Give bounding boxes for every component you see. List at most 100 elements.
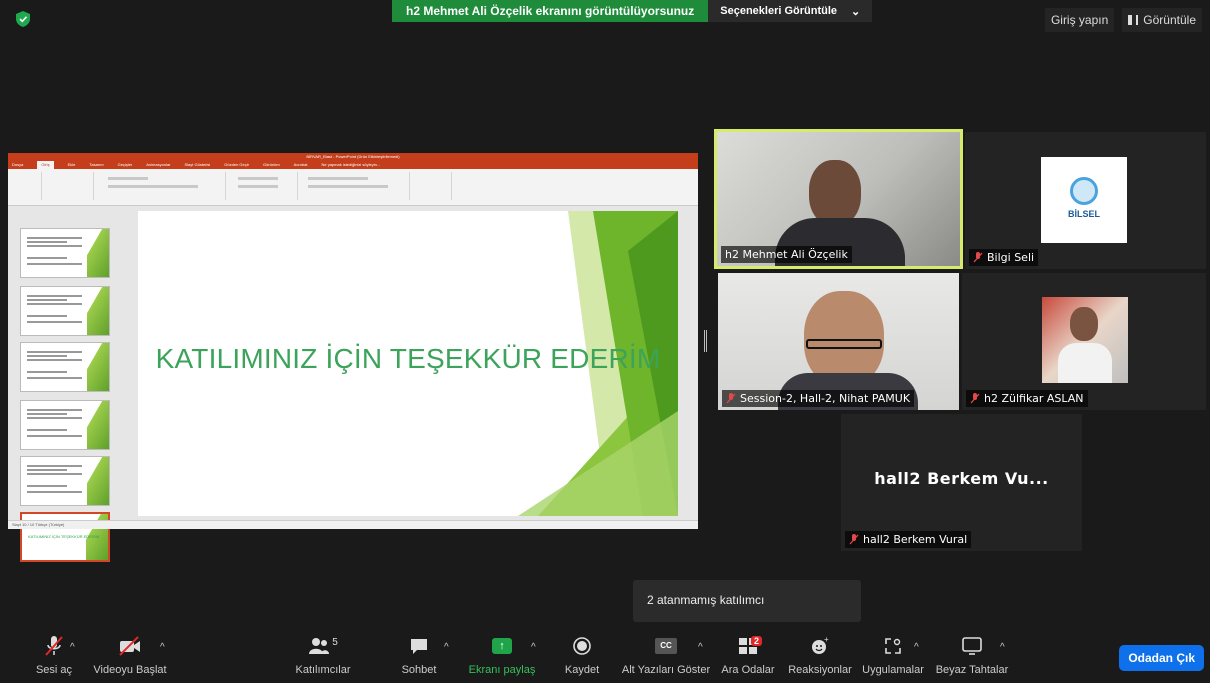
thumbnail-title: KATILIMINIZ İÇİN TEŞEKKÜR EDERİM bbox=[28, 534, 100, 539]
logo-text: BİLSEL bbox=[1067, 209, 1100, 219]
apps-icon bbox=[885, 638, 901, 654]
share-options-caret[interactable]: ^ bbox=[531, 642, 536, 653]
chat-button[interactable]: Sohbet bbox=[400, 632, 438, 683]
microphone-muted-icon bbox=[45, 636, 63, 656]
participant-video bbox=[809, 160, 861, 226]
captions-button[interactable]: CC Alt Yazıları Göster bbox=[622, 632, 710, 683]
video-tile-nihat[interactable]: Session-2, Hall-2, Nihat PAMUK bbox=[718, 273, 959, 410]
chat-icon bbox=[411, 639, 427, 654]
breakout-label: Ara Odalar bbox=[721, 664, 775, 676]
slide-thumbnail[interactable]: 9 bbox=[20, 456, 110, 506]
video-tile-mehmet[interactable]: h2 Mehmet Ali Özçelik bbox=[714, 129, 963, 269]
video-off-icon bbox=[119, 636, 140, 656]
start-video-button[interactable]: Videoyu Başlat bbox=[92, 632, 168, 683]
record-label: Kaydet bbox=[564, 664, 600, 676]
participant-name: h2 Zülfikar ASLAN bbox=[984, 392, 1084, 405]
shield-icon[interactable] bbox=[16, 11, 30, 27]
video-options-caret[interactable]: ^ bbox=[160, 642, 165, 653]
start-video-label: Videoyu Başlat bbox=[93, 664, 167, 676]
whiteboards-label: Beyaz Tahtalar bbox=[935, 664, 1009, 676]
screen-share-banner: h2 Mehmet Ali Özçelik ekranını görüntülü… bbox=[392, 0, 873, 22]
whiteboards-button[interactable]: Beyaz Tahtalar bbox=[934, 632, 1010, 683]
ppt-tab[interactable]: Ekle bbox=[68, 161, 76, 169]
slide-thumbnail[interactable]: 5 bbox=[20, 228, 110, 278]
chevron-down-icon: ⌄ bbox=[851, 5, 861, 18]
participant-display-name: hall2 Berkem Vu... bbox=[874, 469, 1049, 488]
record-button[interactable]: Kaydet bbox=[562, 632, 602, 683]
unmute-button[interactable]: Sesi aç bbox=[30, 632, 78, 683]
breakout-rooms-button[interactable]: 2 Ara Odalar bbox=[720, 632, 776, 683]
mic-muted-icon bbox=[849, 534, 859, 545]
breakout-tooltip: 2 atanmamış katılımcı bbox=[633, 580, 861, 622]
share-screen-button[interactable]: ↑ Ekranı paylaş bbox=[468, 632, 536, 683]
reactions-icon: + bbox=[812, 636, 829, 654]
audio-options-caret[interactable]: ^ bbox=[70, 642, 75, 653]
slide-thumbnails[interactable]: 5678910KATILIMINIZ İÇİN TEŞEKKÜR EDERİM bbox=[10, 206, 115, 562]
meeting-toolbar: Sesi aç ^ Videoyu Başlat ^ 5 Katılımcıla… bbox=[0, 632, 1210, 683]
view-button[interactable]: Görüntüle bbox=[1122, 8, 1202, 32]
participants-count: 5 bbox=[332, 636, 338, 648]
participants-label: Katılımcılar bbox=[295, 664, 351, 676]
ppt-tab[interactable]: Dosya bbox=[12, 161, 23, 169]
ppt-tab[interactable]: Ne yapmak istediğinizi söyleyin... bbox=[321, 161, 380, 169]
slide-thumbnail[interactable]: 8 bbox=[20, 400, 110, 450]
shared-screen[interactable]: BİRVAR_Blast - PowerPoint (Ürün Etkinleş… bbox=[8, 153, 698, 562]
apps-button[interactable]: Uygulamalar bbox=[860, 632, 926, 683]
slide-title: KATILIMINIZ İÇİN TEŞEKKÜR EDERİM bbox=[155, 343, 661, 374]
apps-options-caret[interactable]: ^ bbox=[914, 642, 919, 653]
video-tile-bilgi[interactable]: BİLSEL Bilgi Seli bbox=[965, 132, 1206, 269]
video-tile-berkem[interactable]: hall2 Berkem Vu... hall2 Berkem Vural bbox=[841, 414, 1082, 551]
slide-thumbnail[interactable]: 7 bbox=[20, 342, 110, 392]
mic-muted-icon bbox=[970, 393, 980, 404]
view-label: Görüntüle bbox=[1143, 13, 1196, 27]
record-icon bbox=[573, 637, 591, 655]
ppt-tab[interactable]: Gözden Geçir bbox=[224, 161, 249, 169]
participant-name: Session-2, Hall-2, Nihat PAMUK bbox=[740, 392, 911, 405]
reactions-label: Reaksiyonlar bbox=[788, 664, 852, 676]
ppt-tab[interactable]: Animasyonlar bbox=[146, 161, 170, 169]
share-screen-label: Ekranı paylaş bbox=[468, 664, 536, 676]
current-slide: KATILIMINIZ İÇİN TEŞEKKÜR EDERİM bbox=[138, 211, 678, 516]
ppt-status-bar: Slayt 10 / 10 Türkçe (Türkiye) bbox=[8, 520, 698, 529]
ppt-window-title: BİRVAR_Blast - PowerPoint (Ürün Etkinleş… bbox=[8, 153, 698, 161]
view-options-button[interactable]: Seçenekleri Görüntüle ⌄ bbox=[708, 0, 873, 22]
grid-view-icon bbox=[1128, 15, 1139, 25]
ppt-tab[interactable]: Geçişler bbox=[118, 161, 133, 169]
bilsel-logo: BİLSEL bbox=[1041, 157, 1127, 243]
participant-name: h2 Mehmet Ali Özçelik bbox=[725, 248, 848, 261]
ppt-ribbon bbox=[8, 169, 698, 206]
participant-name: hall2 Berkem Vural bbox=[863, 533, 968, 546]
sign-in-label: Giriş yapın bbox=[1050, 13, 1109, 27]
chat-label: Sohbet bbox=[401, 664, 437, 676]
slide-thumbnail[interactable]: 6 bbox=[20, 286, 110, 336]
sharing-notice: h2 Mehmet Ali Özçelik ekranını görüntülü… bbox=[392, 0, 709, 22]
ppt-tab[interactable]: Tasarım bbox=[89, 161, 103, 169]
video-tile-zulfikar[interactable]: h2 Zülfikar ASLAN bbox=[962, 273, 1206, 410]
sign-in-button[interactable]: Giriş yapın bbox=[1044, 8, 1115, 32]
mic-muted-icon bbox=[973, 252, 983, 263]
leave-room-button[interactable]: Odadan Çık bbox=[1119, 645, 1204, 671]
whiteboard-options-caret[interactable]: ^ bbox=[1000, 642, 1005, 653]
participants-button[interactable]: 5 Katılımcılar bbox=[294, 632, 352, 683]
participants-icon bbox=[309, 638, 330, 654]
captions-options-caret[interactable]: ^ bbox=[698, 642, 703, 653]
share-screen-icon: ↑ bbox=[492, 638, 512, 654]
apps-label: Uygulamalar bbox=[862, 664, 924, 676]
ppt-ribbon-tabs: Dosya Giriş Ekle Tasarım Geçişler Animasyonla… bbox=[8, 161, 698, 169]
layout-divider-handle[interactable] bbox=[704, 330, 707, 352]
breakout-badge: 2 bbox=[751, 636, 763, 646]
view-options-label: Seçenekleri Görüntüle bbox=[720, 5, 838, 17]
svg-text:+: + bbox=[824, 636, 829, 644]
whiteboard-icon bbox=[962, 637, 982, 655]
chat-options-caret[interactable]: ^ bbox=[444, 642, 449, 653]
unmute-label: Sesi aç bbox=[35, 664, 73, 676]
ppt-tab[interactable]: Görünüm bbox=[263, 161, 280, 169]
mic-muted-icon bbox=[726, 393, 736, 404]
ppt-tab[interactable]: Slayt Gösterisi bbox=[185, 161, 211, 169]
reactions-button[interactable]: + Reaksiyonlar bbox=[788, 632, 852, 683]
ppt-tab[interactable]: Acrobat bbox=[294, 161, 308, 169]
ppt-tab[interactable]: Giriş bbox=[37, 161, 54, 169]
captions-label: Alt Yazıları Göster bbox=[621, 664, 711, 676]
closed-captions-icon: CC bbox=[655, 638, 677, 654]
participant-video bbox=[1042, 297, 1128, 383]
